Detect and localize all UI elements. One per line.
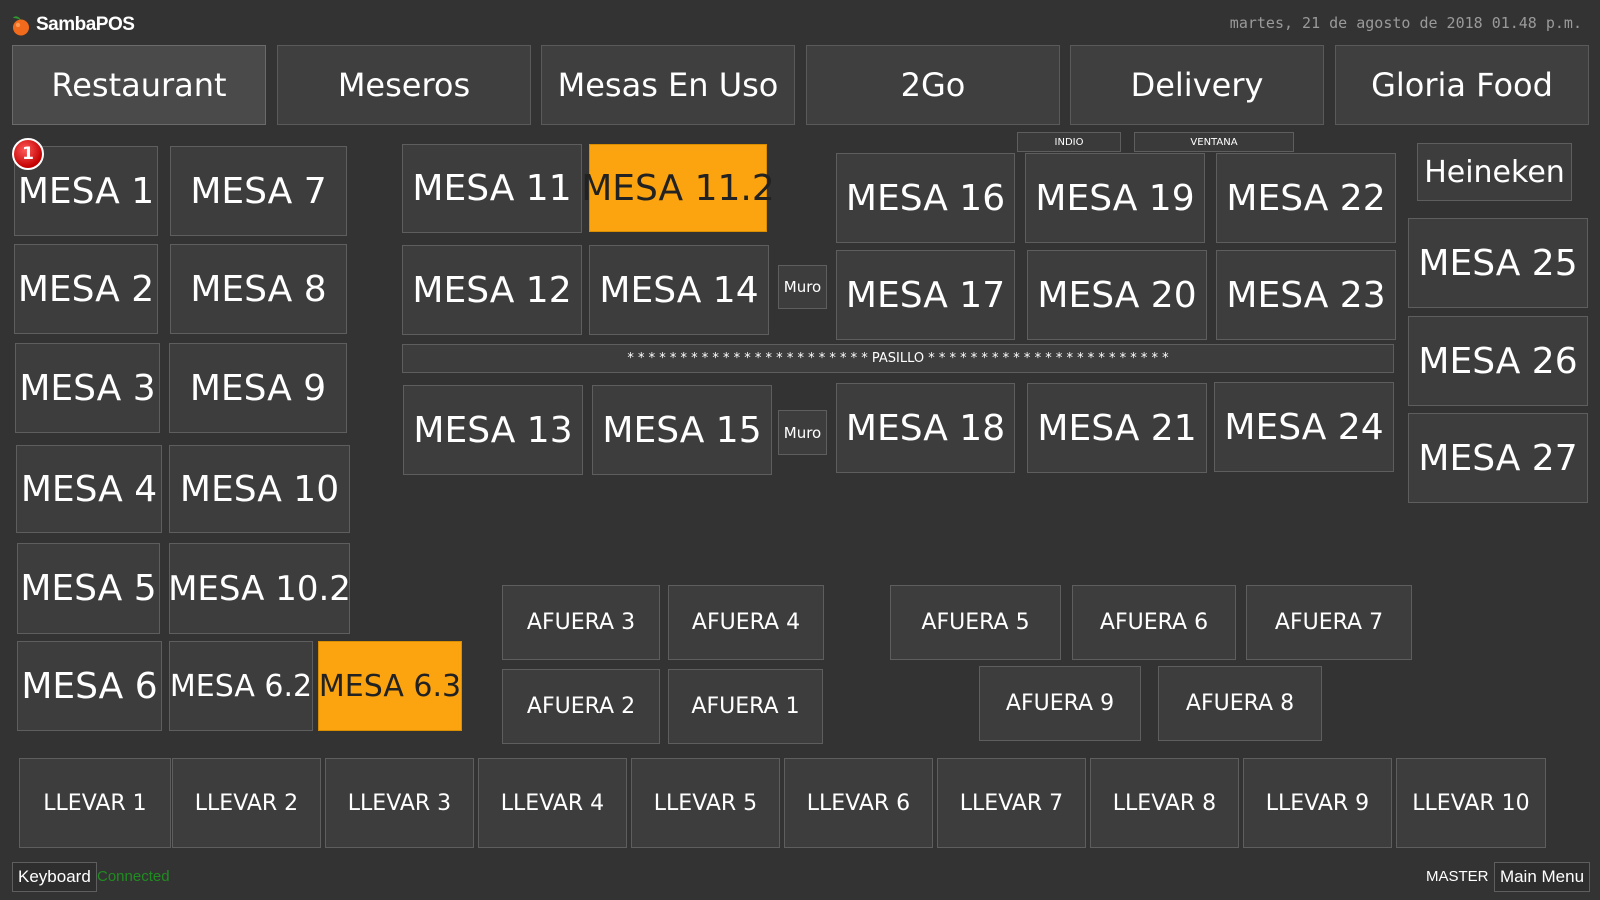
tab-2go[interactable]: 2Go: [806, 45, 1060, 125]
table-afuera-2[interactable]: AFUERA 2: [502, 669, 660, 744]
table-mesa-17[interactable]: MESA 17: [836, 250, 1015, 340]
table-afuera-7[interactable]: AFUERA 7: [1246, 585, 1412, 660]
table-mesa-21[interactable]: MESA 21: [1027, 383, 1207, 473]
tab-meseros[interactable]: Meseros: [277, 45, 531, 125]
table-mesa-14[interactable]: MESA 14: [589, 245, 769, 335]
app-logo: SambaPOS: [10, 10, 135, 40]
label-indio: INDIO: [1017, 132, 1121, 152]
table-llevar-1[interactable]: LLEVAR 1: [19, 758, 171, 848]
table-mesa-7[interactable]: MESA 7: [170, 146, 347, 236]
table-llevar-10[interactable]: LLEVAR 10: [1396, 758, 1546, 848]
table-mesa-27[interactable]: MESA 27: [1408, 413, 1588, 503]
table-llevar-4[interactable]: LLEVAR 4: [478, 758, 627, 848]
table-mesa-6-2[interactable]: MESA 6.2: [169, 641, 313, 731]
table-llevar-2[interactable]: LLEVAR 2: [172, 758, 321, 848]
app-title: SambaPOS: [36, 14, 135, 35]
top-bar: SambaPOS martes, 21 de agosto de 2018 01…: [0, 0, 1600, 46]
hallway-divider: * * * * * * * * * * * * * * * * * * * * …: [402, 344, 1394, 373]
table-mesa-11-2[interactable]: MESA 11.2: [581, 144, 775, 232]
table-llevar-7[interactable]: LLEVAR 7: [937, 758, 1086, 848]
table-afuera-5[interactable]: AFUERA 5: [890, 585, 1061, 660]
main-menu-button[interactable]: Main Menu: [1494, 862, 1590, 892]
table-mesa-4[interactable]: MESA 4: [16, 445, 162, 533]
table-mesa-23[interactable]: MESA 23: [1216, 250, 1396, 340]
table-mesa-8[interactable]: MESA 8: [170, 244, 347, 334]
orange-fruit-icon: [13, 16, 29, 36]
keyboard-button[interactable]: Keyboard: [12, 862, 97, 892]
table-afuera-3[interactable]: AFUERA 3: [502, 585, 660, 660]
table-afuera-4[interactable]: AFUERA 4: [668, 585, 824, 660]
wall-marker-1: Muro: [778, 265, 827, 309]
current-user: MASTER: [1426, 868, 1489, 885]
table-llevar-5[interactable]: LLEVAR 5: [631, 758, 780, 848]
table-mesa-15[interactable]: MESA 15: [592, 385, 772, 475]
table-mesa-9[interactable]: MESA 9: [169, 343, 347, 433]
table-mesa-18[interactable]: MESA 18: [836, 383, 1015, 473]
table-mesa-16[interactable]: MESA 16: [836, 153, 1015, 243]
table-mesa-22[interactable]: MESA 22: [1216, 153, 1396, 243]
wall-marker-2: Muro: [778, 410, 827, 455]
tab-gloria-food[interactable]: Gloria Food: [1335, 45, 1589, 125]
table-mesa-10-2[interactable]: MESA 10.2: [168, 543, 351, 634]
table-afuera-8[interactable]: AFUERA 8: [1158, 666, 1322, 741]
table-afuera-9[interactable]: AFUERA 9: [979, 666, 1141, 741]
datetime-display: martes, 21 de agosto de 2018 01.48 p.m.: [1229, 14, 1582, 32]
table-mesa-26[interactable]: MESA 26: [1408, 316, 1588, 406]
table-heineken[interactable]: Heineken: [1417, 143, 1572, 201]
table-afuera-1[interactable]: AFUERA 1: [668, 669, 823, 744]
table-llevar-6[interactable]: LLEVAR 6: [784, 758, 933, 848]
label-ventana: VENTANA: [1134, 132, 1294, 152]
table-mesa-2[interactable]: MESA 2: [14, 244, 158, 334]
table-llevar-9[interactable]: LLEVAR 9: [1243, 758, 1392, 848]
table-mesa-25[interactable]: MESA 25: [1408, 218, 1588, 308]
table-mesa-19[interactable]: MESA 19: [1025, 153, 1205, 243]
tab-mesas-en-uso[interactable]: Mesas En Uso: [541, 45, 795, 125]
table-mesa-13[interactable]: MESA 13: [403, 385, 583, 475]
tab-restaurant[interactable]: Restaurant: [12, 45, 266, 125]
table-mesa-6-3[interactable]: MESA 6.3: [318, 641, 462, 731]
status-bar: [0, 856, 1600, 900]
table-mesa-6[interactable]: MESA 6: [17, 641, 162, 731]
table-llevar-8[interactable]: LLEVAR 8: [1090, 758, 1239, 848]
table-mesa-10[interactable]: MESA 10: [169, 445, 350, 533]
table-mesa-3[interactable]: MESA 3: [15, 343, 160, 433]
table-mesa-5[interactable]: MESA 5: [17, 543, 160, 634]
table-llevar-3[interactable]: LLEVAR 3: [325, 758, 474, 848]
table-afuera-6[interactable]: AFUERA 6: [1072, 585, 1236, 660]
tab-delivery[interactable]: Delivery: [1070, 45, 1324, 125]
table-mesa-12[interactable]: MESA 12: [402, 245, 582, 335]
connection-status: Connected: [97, 868, 170, 885]
table-mesa-24[interactable]: MESA 24: [1214, 382, 1394, 472]
table-mesa-11[interactable]: MESA 11: [402, 144, 582, 233]
table-mesa-20[interactable]: MESA 20: [1027, 250, 1207, 340]
notification-badge: 1: [12, 138, 44, 170]
